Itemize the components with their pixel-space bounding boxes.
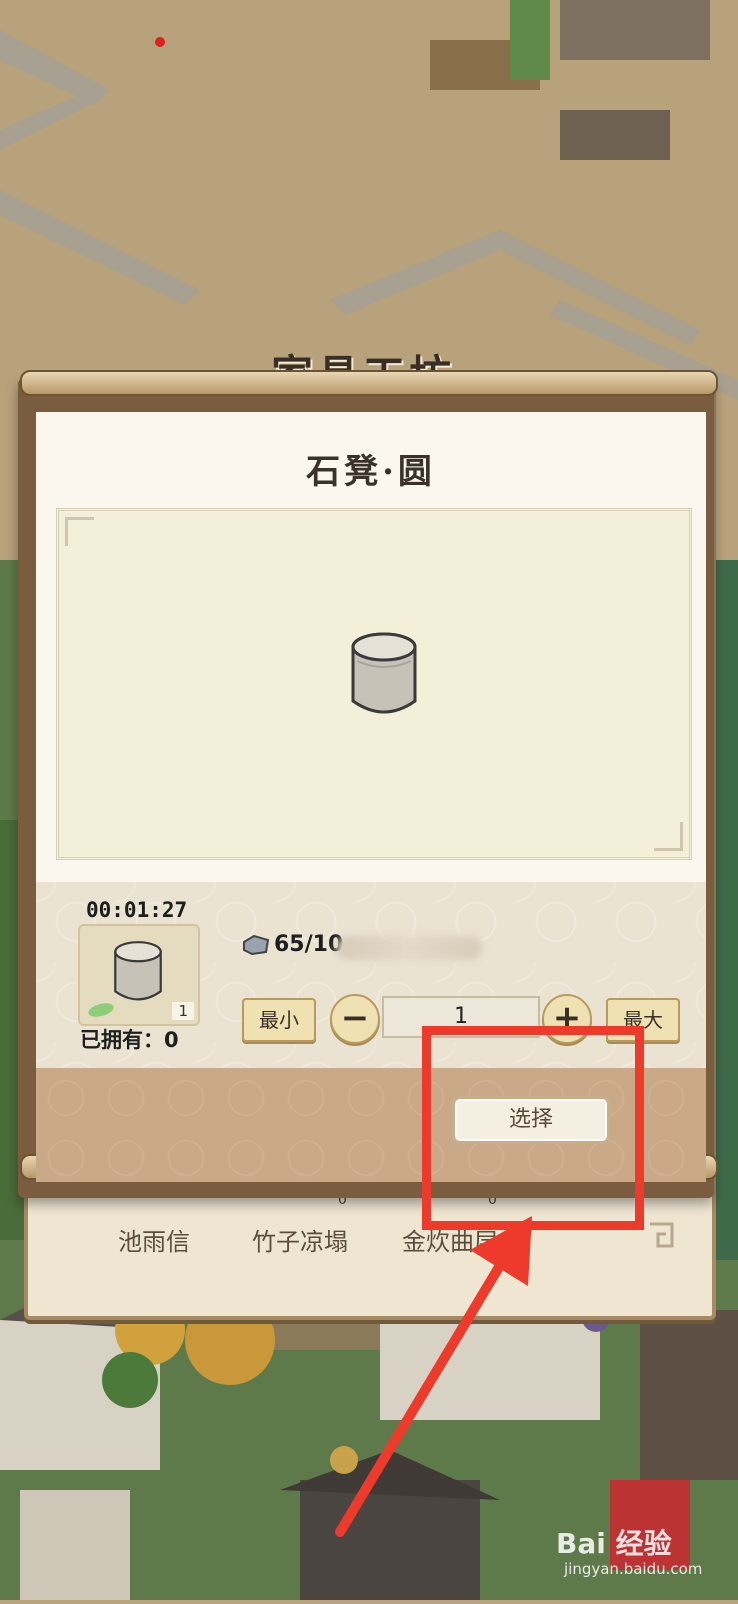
annotation-arrow-icon [335, 1216, 532, 1537]
watermark: Bai 经验 jingyan.baidu.com [556, 1522, 702, 1578]
watermark-logo: Bai 经验 [556, 1527, 672, 1560]
watermark-url: jingyan.baidu.com [564, 1560, 703, 1578]
